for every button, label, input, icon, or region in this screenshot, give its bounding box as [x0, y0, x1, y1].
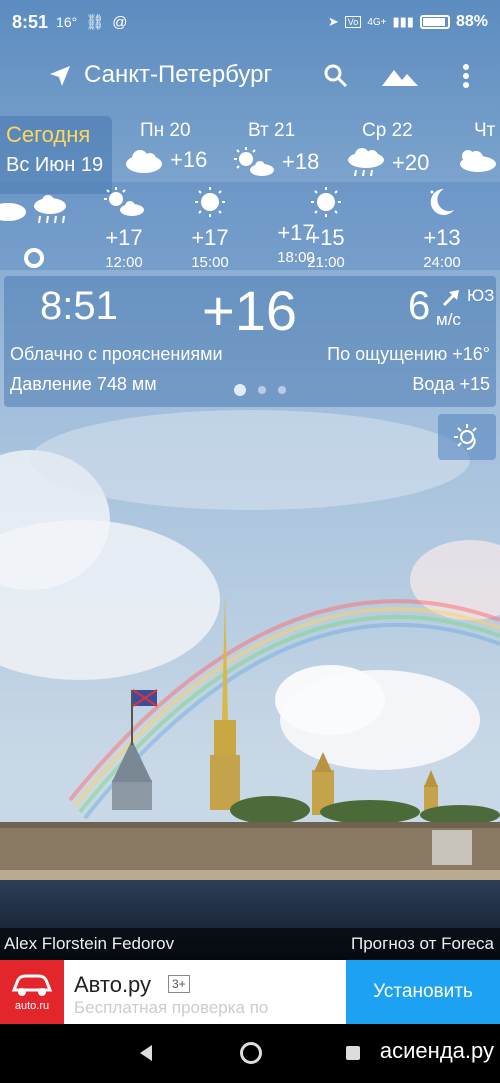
- sun-icon: [311, 187, 341, 217]
- city-name[interactable]: Санкт-Петербург: [84, 61, 272, 89]
- ad-logo: auto.ru: [0, 960, 64, 1024]
- day-name: Пн 20: [140, 120, 191, 141]
- condition-text: Облачно с прояснениями: [10, 344, 223, 364]
- day-name: Ср 22: [362, 120, 413, 141]
- hourly-forecast: +17 12:00 +17 15:00 +17 18:00 +15 21:00 …: [0, 182, 500, 271]
- ad-logo-text: auto.ru: [14, 1000, 50, 1012]
- hour-temp: +17: [105, 225, 143, 250]
- daily-forecast: Сегодня Вс Июн 19 Пн 20 +16 Вт 21 +18 Ср…: [0, 112, 500, 194]
- app-header: Санкт-Петербург: [0, 50, 500, 102]
- age-rating-badge: 3+: [168, 975, 190, 993]
- wind-unit: м/с: [436, 310, 461, 329]
- rain-cloud-icon: [348, 148, 384, 177]
- at-icon: @: [112, 13, 128, 31]
- cloud-icon: [126, 150, 162, 173]
- sun-info-button[interactable]: [438, 414, 496, 460]
- navigation-bar: асиенда.ру: [0, 1024, 500, 1083]
- now-indicator: [24, 248, 44, 268]
- page-dot: [258, 386, 266, 394]
- rain-cloud-icon: [0, 195, 66, 224]
- day-name: Вт 21: [248, 120, 296, 141]
- current-time: 8:51: [40, 284, 118, 328]
- feels-like: По ощущению +16°: [327, 344, 490, 364]
- volte-icon: Vo: [344, 16, 362, 28]
- sun-moon-icon: [454, 424, 477, 450]
- hour-time: 12:00: [105, 254, 143, 271]
- day-name: Чт: [474, 120, 496, 141]
- status-bar: 8:51 16° ⛓ @ ➤ Vo 4G+ ▮▮▮ 88%: [0, 0, 500, 44]
- hour-item[interactable]: +17 15:00: [170, 186, 250, 271]
- page-indicator: [234, 384, 286, 396]
- home-icon[interactable]: [240, 1042, 262, 1064]
- car-icon: [11, 974, 53, 996]
- signal-icon: ▮▮▮: [392, 14, 414, 29]
- sun-cloud-icon: [234, 147, 274, 176]
- hour-item[interactable]: +17 12:00: [84, 186, 164, 271]
- day-item[interactable]: Вт 21 +18: [232, 120, 319, 178]
- current-temp: +16: [202, 279, 297, 342]
- more-vert-icon[interactable]: [458, 62, 474, 90]
- mountain-icon[interactable]: [380, 62, 420, 90]
- pressure: Давление 748 мм: [10, 374, 157, 394]
- ad-banner[interactable]: auto.ru Авто.ру 3+ Бесплатная проверка п…: [0, 960, 500, 1024]
- location-arrow-icon[interactable]: [48, 64, 72, 88]
- day-item[interactable]: Ср 22 +20: [346, 120, 429, 180]
- sun-cloud-icon: [104, 187, 144, 216]
- day-item[interactable]: Пн 20 +16: [124, 120, 207, 174]
- hour-time: 15:00: [191, 254, 229, 271]
- watermark: асиенда.ру: [379, 1038, 494, 1063]
- day-temp: +16: [170, 147, 208, 172]
- hour-time: 21:00: [307, 254, 345, 271]
- page-dot: [278, 386, 286, 394]
- hour-item[interactable]: +13 24:00: [402, 186, 482, 271]
- current-conditions-card[interactable]: 8:51 +16 6 ЮЗ м/с Облачно с прояснениями…: [4, 276, 496, 407]
- day-temp: +18: [282, 149, 320, 174]
- hour-item[interactable]: +15 21:00: [286, 186, 366, 271]
- day-today-label: Сегодня: [6, 122, 91, 147]
- battery-percent: 88%: [455, 13, 488, 30]
- status-time: 8:51: [12, 11, 49, 32]
- link-icon: ⛓: [85, 14, 105, 31]
- water-temp: Вода +15: [412, 374, 490, 394]
- wind-speed: 6: [408, 284, 431, 328]
- hour-temp: +17: [191, 225, 229, 250]
- day-today-date: Вс Июн 19: [6, 154, 104, 176]
- wind-direction-icon: [442, 290, 459, 307]
- day-item[interactable]: Чт: [456, 120, 500, 174]
- moon-icon: [430, 188, 454, 215]
- search-icon[interactable]: [322, 62, 350, 90]
- day-temp: +20: [392, 150, 430, 175]
- hour-time: 24:00: [423, 254, 461, 271]
- page-dot: [234, 384, 246, 396]
- ad-title: Авто.ру: [74, 972, 152, 997]
- battery-icon: [419, 15, 450, 29]
- install-button[interactable]: Установить: [346, 960, 500, 1024]
- cloud-icon: [460, 150, 496, 172]
- navigation-icon: ➤: [327, 14, 339, 29]
- back-icon[interactable]: [138, 1044, 154, 1062]
- status-temp: 16°: [56, 14, 78, 30]
- photo-credit[interactable]: Alex Florstein Fedorov: [4, 934, 174, 954]
- hour-temp: +15: [307, 225, 345, 250]
- recent-apps-icon[interactable]: [346, 1046, 360, 1060]
- sun-icon: [195, 187, 225, 217]
- status-right: ➤ Vo 4G+ ▮▮▮ 88%: [328, 13, 488, 31]
- forecast-provider[interactable]: Прогноз от Foreca: [351, 934, 494, 954]
- ad-subtitle: Бесплатная проверка по: [74, 998, 269, 1017]
- hour-temp: +13: [423, 225, 461, 250]
- network-type: 4G+: [367, 16, 387, 28]
- wind-direction: ЮЗ: [467, 286, 495, 305]
